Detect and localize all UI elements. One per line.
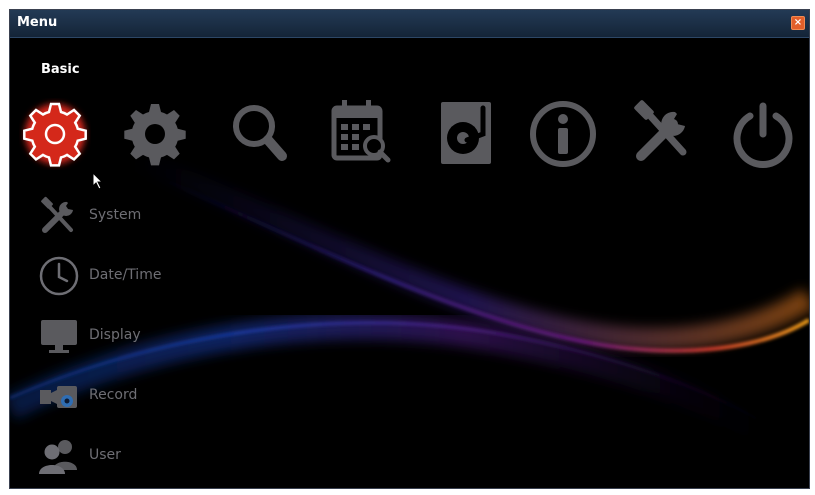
top-icon-search[interactable] [220,94,300,174]
top-icon-schedule[interactable] [322,94,402,174]
side-menu-label: Date/Time [89,267,162,283]
search-icon [233,105,287,161]
title-bar: Menu × [10,10,809,38]
gear-icon [23,102,87,167]
clock-icon [39,256,79,296]
side-menu-item-datetime[interactable]: Date/Time [37,254,237,298]
close-icon: × [793,17,803,28]
top-icon-info[interactable] [523,94,603,174]
users-icon [39,440,77,474]
top-icon-basic[interactable] [15,94,95,174]
camera-record-icon [40,386,77,408]
calendar-search-icon [331,100,391,163]
tools-icon [634,100,687,161]
side-menu-item-system[interactable]: System [37,194,237,238]
side-menu-label: Display [89,327,141,343]
side-menu-item-user[interactable]: User [37,434,237,478]
top-icon-tools[interactable] [623,94,703,174]
top-icon-storage[interactable] [427,94,507,174]
hard-disk-icon [441,102,491,164]
tools-icon [41,196,73,233]
menu-window: Menu × Basic System Date/Time Display Re… [9,9,810,489]
side-menu-label: User [89,447,121,463]
mouse-cursor-icon [92,172,104,190]
close-button[interactable]: × [791,16,805,30]
top-icon-advanced[interactable] [115,94,195,174]
side-menu-item-display[interactable]: Display [37,314,237,358]
section-label-basic: Basic [41,62,80,77]
top-icon-power[interactable] [723,94,803,174]
monitor-icon [41,320,77,353]
power-icon [733,102,793,168]
side-menu-item-record[interactable]: Record [37,374,237,418]
menu-content: Basic System Date/Time Display Record Us… [10,38,809,488]
side-menu-label: Record [89,387,138,403]
window-title: Menu [17,15,58,30]
side-menu-label: System [89,207,142,223]
gear-icon [124,104,186,166]
info-icon [530,101,596,167]
